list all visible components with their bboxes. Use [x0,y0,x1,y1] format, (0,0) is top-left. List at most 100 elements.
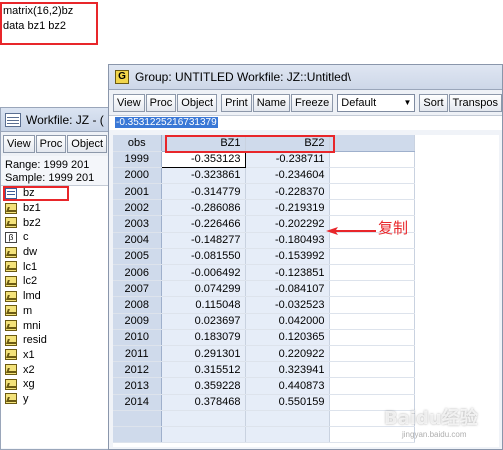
bz2-cell[interactable]: 0.323941 [245,361,330,379]
bz1-cell[interactable]: 0.291301 [161,345,246,363]
workfile-title-bar[interactable]: Workfile: JZ - ( [1,108,109,132]
bz1-cell[interactable]: -0.081550 [161,248,246,266]
bz1-cell[interactable]: 0.359228 [161,377,246,395]
annotation-arrow-icon [326,227,376,235]
transpose-button[interactable]: Transpos [448,93,502,112]
series-icon [5,349,17,361]
workfile-object-label: lc1 [23,260,38,273]
workfile-object-item[interactable]: mni [1,318,109,333]
bz2-cell[interactable]: 0.120365 [245,329,330,346]
workfile-object-item[interactable]: xg [1,377,109,392]
bz2-cell[interactable]: -0.219319 [245,199,330,217]
workfile-object-item[interactable]: bz1 [1,201,109,216]
bz1-column-header[interactable]: BZ1 [161,135,246,152]
proc-button[interactable]: Proc [145,93,177,112]
empty-cell[interactable] [113,426,162,444]
workfile-object-item[interactable]: dw [1,245,109,260]
workfile-object-item[interactable]: lmd [1,289,109,304]
bz1-cell[interactable]: 0.074299 [161,280,246,298]
empty-cell[interactable] [161,410,246,427]
object-button[interactable]: Object [177,93,218,112]
empty-cell[interactable] [329,199,415,217]
empty-cell[interactable] [113,410,162,427]
workfile-object-item[interactable]: bz2 [1,215,109,230]
empty-cell[interactable] [245,410,330,427]
bz1-cell[interactable]: 0.378468 [161,394,246,411]
obs-cell: 2002 [113,199,162,217]
bz2-column-header[interactable]: BZ2 [245,135,330,152]
bz2-cell[interactable]: -0.228370 [245,183,330,201]
group-title-bar[interactable]: G Group: UNTITLED Workfile: JZ::Untitled… [109,65,502,90]
bz1-cell[interactable]: -0.353123 [160,150,246,168]
view-button[interactable]: View [113,93,145,112]
empty-cell[interactable] [161,426,246,444]
bz1-cell[interactable]: 0.115048 [161,296,246,314]
workfile-object-label: y [23,392,29,405]
freeze-button[interactable]: Freeze [291,93,334,112]
table-row: 2000 -0.323861 -0.234604 [113,167,415,185]
workfile-object-item[interactable]: resid [1,333,109,348]
chevron-down-icon: ▼ [403,98,412,107]
workfile-object-item[interactable]: x1 [1,348,109,363]
wf-proc-button[interactable]: Proc [35,135,67,153]
bz2-cell[interactable]: -0.238711 [245,151,330,168]
empty-cell[interactable] [329,361,415,379]
empty-cell[interactable] [329,264,415,282]
workfile-object-label: c [23,231,29,244]
sort-button[interactable]: Sort [419,93,448,112]
bz2-cell[interactable]: -0.032523 [245,296,330,314]
bz2-cell[interactable]: 0.220922 [245,345,330,363]
cell-edit-line[interactable]: -0.3531225216731379 [109,116,502,130]
empty-cell[interactable] [329,377,415,395]
group-icon: G [115,70,129,84]
obs-cell: 2012 [113,361,162,379]
print-button[interactable]: Print [221,93,252,112]
empty-cell[interactable] [329,313,415,330]
bz2-cell[interactable]: -0.202292 [245,215,330,233]
workfile-object-label: xg [23,378,35,391]
empty-cell[interactable] [329,183,415,201]
empty-cell[interactable] [329,280,415,298]
name-button[interactable]: Name [252,93,291,112]
wf-object-button[interactable]: Object [67,135,108,153]
format-select[interactable]: Default ▼ [337,93,416,112]
command-window[interactable]: matrix(16,2)bz data bz1 bz2 [0,0,503,64]
bz1-cell[interactable]: -0.226466 [161,215,246,233]
empty-cell[interactable] [329,296,415,314]
empty-cell[interactable] [329,345,415,363]
bz2-cell[interactable]: 0.440873 [245,377,330,395]
bz2-cell[interactable]: 0.550159 [245,394,330,411]
workfile-object-item[interactable]: y [1,392,109,407]
empty-cell[interactable] [245,426,330,444]
spreadsheet-grid[interactable]: obs BZ1 BZ2 1999 -0.353123 -0.238711 2000 -0… [113,135,499,447]
workfile-object-item[interactable]: lc2 [1,274,109,289]
wf-view-button[interactable]: View [3,135,35,153]
bz2-cell[interactable]: 0.042000 [245,313,330,330]
bz1-cell[interactable]: 0.183079 [161,329,246,346]
empty-cell[interactable] [329,248,415,266]
bz2-cell[interactable]: -0.180493 [245,232,330,249]
bz1-cell[interactable]: -0.286086 [161,199,246,217]
group-window[interactable]: G Group: UNTITLED Workfile: JZ::Untitled… [108,64,503,450]
empty-row [113,426,415,444]
bz1-cell[interactable]: 0.023697 [161,313,246,330]
obs-cell: 2003 [113,215,162,233]
empty-cell[interactable] [329,329,415,346]
empty-cell[interactable] [329,151,415,168]
bz2-cell[interactable]: -0.084107 [245,280,330,298]
bz1-cell[interactable]: -0.006492 [161,264,246,282]
bz1-cell[interactable]: 0.315512 [161,361,246,379]
workfile-object-item[interactable]: lc1 [1,259,109,274]
table-row: 2005 -0.081550 -0.153992 [113,248,415,266]
bz1-cell[interactable]: -0.323861 [161,167,246,185]
bz2-cell[interactable]: -0.153992 [245,248,330,266]
workfile-object-item[interactable]: βc [1,230,109,245]
bz1-cell[interactable]: -0.148277 [161,232,246,249]
empty-cell[interactable] [329,167,415,185]
bz2-cell[interactable]: -0.123851 [245,264,330,282]
workfile-window[interactable]: Workfile: JZ - ( View Proc Object Range:… [0,107,110,450]
workfile-object-item[interactable]: x2 [1,362,109,377]
bz2-cell[interactable]: -0.234604 [245,167,330,185]
workfile-object-item[interactable]: m [1,304,109,319]
bz1-cell[interactable]: -0.314779 [161,183,246,201]
